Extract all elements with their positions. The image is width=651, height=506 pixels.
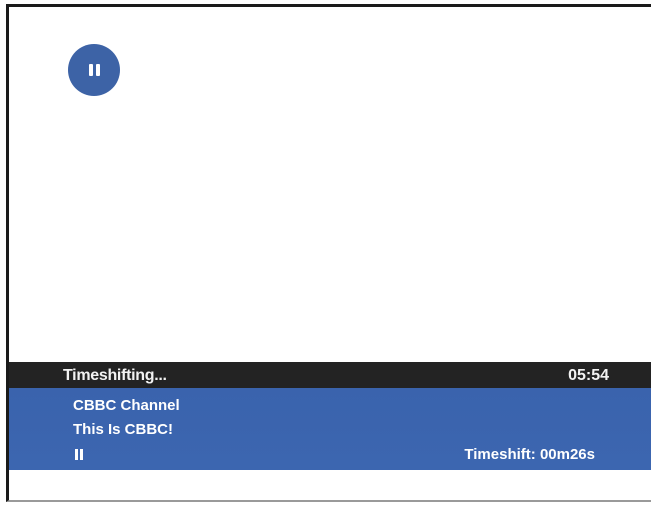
pause-badge[interactable] [68,44,120,96]
pause-icon [88,64,100,76]
channel-name: CBBC Channel [73,397,180,414]
timeshift-offset: Timeshift: 00m26s [464,446,595,463]
programme-title: This Is CBBC! [73,421,174,438]
programme-info-panel: CBBC Channel This Is CBBC! Timeshift: 00… [9,388,651,470]
status-bar: Timeshifting... 05:54 [9,362,651,388]
timeshift-status-label: Timeshifting... [63,367,167,384]
tv-screen: Timeshifting... 05:54 CBBC Channel This … [6,4,651,502]
pause-icon [75,449,83,460]
clock-time: 05:54 [568,367,609,384]
